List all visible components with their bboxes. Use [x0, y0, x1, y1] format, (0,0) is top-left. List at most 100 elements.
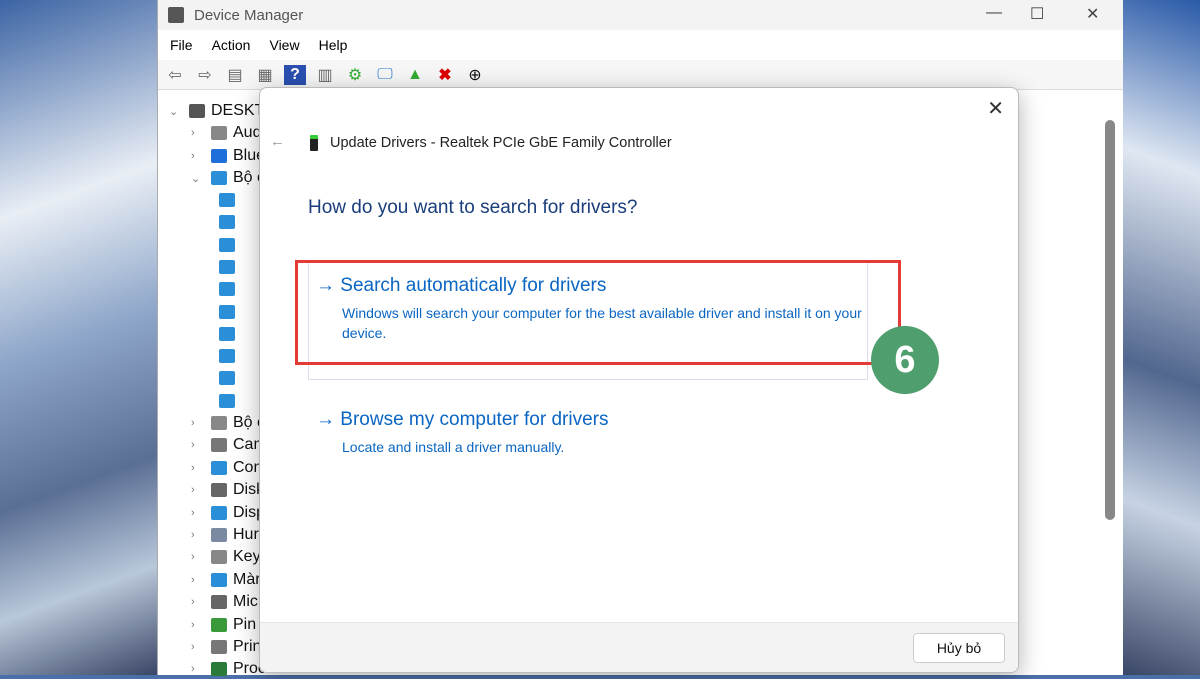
dialog-title: Update Drivers - Realtek PCIe GbE Family…: [330, 135, 672, 151]
tree-item-label: Hur: [233, 526, 259, 543]
menu-help[interactable]: Help: [319, 37, 348, 53]
network-adapter-icon: [310, 135, 318, 151]
minimize-button[interactable]: —: [986, 4, 1002, 22]
update-driver-icon[interactable]: ⚙: [344, 65, 366, 85]
tree-item-label: Mic: [233, 593, 258, 611]
device-icon: [211, 148, 227, 163]
tree-category[interactable]: › Pin: [191, 615, 256, 635]
network-adapter-item[interactable]: [213, 279, 241, 299]
uninstall-icon[interactable]: ✖: [434, 65, 456, 85]
dialog-close-icon[interactable]: ✕: [987, 96, 1004, 121]
device-icon: [211, 460, 227, 475]
tree-category[interactable]: › Bộ c: [191, 413, 265, 433]
device-icon: [219, 371, 235, 386]
tree-category[interactable]: › Disp: [191, 503, 265, 523]
chevron-right-icon[interactable]: ›: [191, 484, 205, 496]
action-pane-icon[interactable]: ▥: [314, 65, 336, 85]
device-icon: [211, 617, 227, 632]
highlight-box: [295, 260, 901, 365]
tree-category[interactable]: › Key: [191, 547, 261, 567]
window-title: Device Manager: [194, 6, 304, 24]
show-hide-tree-icon[interactable]: ▤: [224, 65, 246, 85]
device-icon: [211, 416, 227, 430]
tree-category[interactable]: › Màr: [191, 570, 261, 590]
chevron-right-icon[interactable]: ›: [191, 529, 205, 541]
maximize-button[interactable]: ☐: [1030, 4, 1044, 24]
chevron-down-icon[interactable]: ⌄: [191, 172, 205, 185]
desktop-wallpaper-right: [1123, 0, 1200, 675]
chevron-right-icon[interactable]: ›: [191, 663, 205, 675]
dialog-question: How do you want to search for drivers?: [308, 197, 638, 218]
disable-device-icon[interactable]: ⊕: [464, 65, 486, 85]
chevron-right-icon[interactable]: ›: [191, 574, 205, 586]
device-icon: [211, 572, 227, 587]
toolbar: ⇦ ⇨ ▤ ▦ ? ▥ ⚙ 🖵 ▲ ✖ ⊕: [158, 60, 1123, 90]
menu-view[interactable]: View: [269, 37, 299, 53]
chevron-right-icon[interactable]: ›: [191, 462, 205, 474]
tree-category[interactable]: › Hur: [191, 525, 259, 545]
help-icon[interactable]: ?: [284, 64, 306, 85]
enable-device-icon[interactable]: ▲: [404, 65, 426, 85]
chevron-right-icon[interactable]: ›: [191, 596, 205, 608]
device-icon: [219, 215, 235, 230]
chevron-right-icon[interactable]: ›: [191, 417, 205, 429]
dialog-header: Update Drivers - Realtek PCIe GbE Family…: [310, 135, 672, 151]
title-bar: Device Manager — ☐ ✕: [158, 0, 1123, 30]
device-icon: [189, 104, 205, 118]
cancel-button[interactable]: Hủy bỏ: [913, 633, 1005, 663]
back-icon[interactable]: ⇦: [164, 65, 186, 85]
tree-item-label: Aud: [233, 124, 262, 141]
tree-item-label: Prin: [233, 638, 262, 655]
chevron-right-icon[interactable]: ›: [191, 641, 205, 653]
device-icon: [219, 237, 235, 252]
device-icon: [211, 126, 227, 140]
chevron-right-icon[interactable]: ›: [191, 439, 205, 451]
tree-category[interactable]: › Aud: [191, 123, 261, 143]
tree-category[interactable]: › Blue: [191, 146, 265, 166]
chevron-down-icon[interactable]: ⌄: [169, 105, 183, 118]
scrollbar[interactable]: [1105, 120, 1115, 520]
chevron-right-icon[interactable]: ›: [191, 619, 205, 631]
browse-computer-option[interactable]: → Browse my computer for drivers Locate …: [316, 409, 882, 457]
device-icon: [211, 171, 227, 185]
network-adapter-item[interactable]: [213, 368, 241, 388]
menu-file[interactable]: File: [170, 37, 193, 53]
tree-item-label: Con: [233, 458, 263, 476]
close-button[interactable]: ✕: [1086, 4, 1099, 24]
device-icon: [211, 505, 227, 520]
device-icon: [211, 438, 227, 453]
device-icon: [219, 304, 235, 319]
menu-bar: File Action View Help: [158, 30, 1123, 60]
back-arrow-icon[interactable]: ←: [270, 133, 285, 150]
chevron-right-icon[interactable]: ›: [191, 150, 205, 162]
device-icon: [211, 640, 227, 654]
device-icon: [211, 550, 227, 565]
tree-category[interactable]: › Con: [191, 458, 262, 478]
properties-icon[interactable]: ▦: [254, 65, 276, 85]
tree-category[interactable]: ⌄ Bộ c: [191, 168, 265, 188]
chevron-right-icon[interactable]: ›: [191, 507, 205, 519]
tree-category[interactable]: › Disk: [191, 480, 264, 500]
tree-item-label: Key: [233, 548, 261, 566]
chevron-right-icon[interactable]: ›: [191, 551, 205, 563]
tree-category[interactable]: › Prin: [191, 637, 261, 657]
network-adapter-item[interactable]: [213, 324, 241, 344]
network-adapter-item[interactable]: [213, 302, 241, 322]
network-adapter-item[interactable]: [213, 391, 241, 411]
scan-hardware-icon[interactable]: 🖵: [374, 65, 396, 85]
tree-category[interactable]: › Cam: [191, 435, 267, 455]
tree-category[interactable]: › Mic: [191, 592, 258, 612]
device-icon: [211, 662, 227, 677]
device-icon: [219, 349, 235, 364]
network-adapter-item[interactable]: [213, 212, 241, 232]
network-adapter-item[interactable]: [213, 190, 241, 210]
chevron-right-icon[interactable]: ›: [191, 127, 205, 139]
tree-category[interactable]: › Proc: [191, 659, 266, 679]
menu-action[interactable]: Action: [212, 37, 251, 53]
network-adapter-item[interactable]: [213, 346, 241, 366]
device-icon: [219, 326, 235, 341]
forward-icon[interactable]: ⇨: [194, 65, 216, 85]
device-icon: [219, 259, 235, 274]
network-adapter-item[interactable]: [213, 257, 241, 277]
network-adapter-item[interactable]: [213, 235, 241, 255]
